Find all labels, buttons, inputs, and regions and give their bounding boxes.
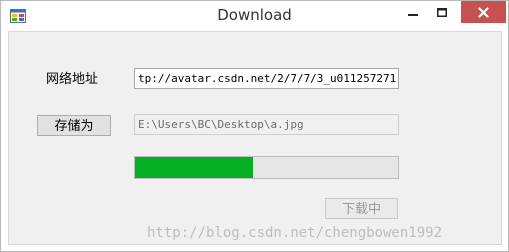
- downloading-button: 下载中: [325, 198, 398, 219]
- download-window: Download 网络地址 tp://avatar.csdn.net/2/7/7…: [0, 0, 509, 252]
- save-path-input: E:\Users\BC\Desktop\a.jpg: [134, 114, 399, 135]
- maximize-icon: [437, 7, 447, 17]
- form-client-area: 网络地址 tp://avatar.csdn.net/2/7/7/3_u01125…: [8, 31, 502, 245]
- minimize-button[interactable]: [400, 1, 426, 23]
- url-label: 网络地址: [46, 72, 99, 87]
- url-input[interactable]: tp://avatar.csdn.net/2/7/7/3_u011257271.…: [134, 68, 399, 89]
- maximize-button[interactable]: [429, 1, 455, 23]
- close-icon: [478, 6, 489, 18]
- download-progress-bar: [134, 156, 399, 179]
- watermark-text: http://blog.csdn.net/chengbowen1992: [147, 225, 443, 241]
- progress-fill: [135, 157, 254, 178]
- save-as-button[interactable]: 存储为: [37, 115, 111, 136]
- title-bar[interactable]: Download: [1, 1, 508, 31]
- close-button[interactable]: [461, 1, 506, 23]
- minimize-icon: [408, 14, 418, 16]
